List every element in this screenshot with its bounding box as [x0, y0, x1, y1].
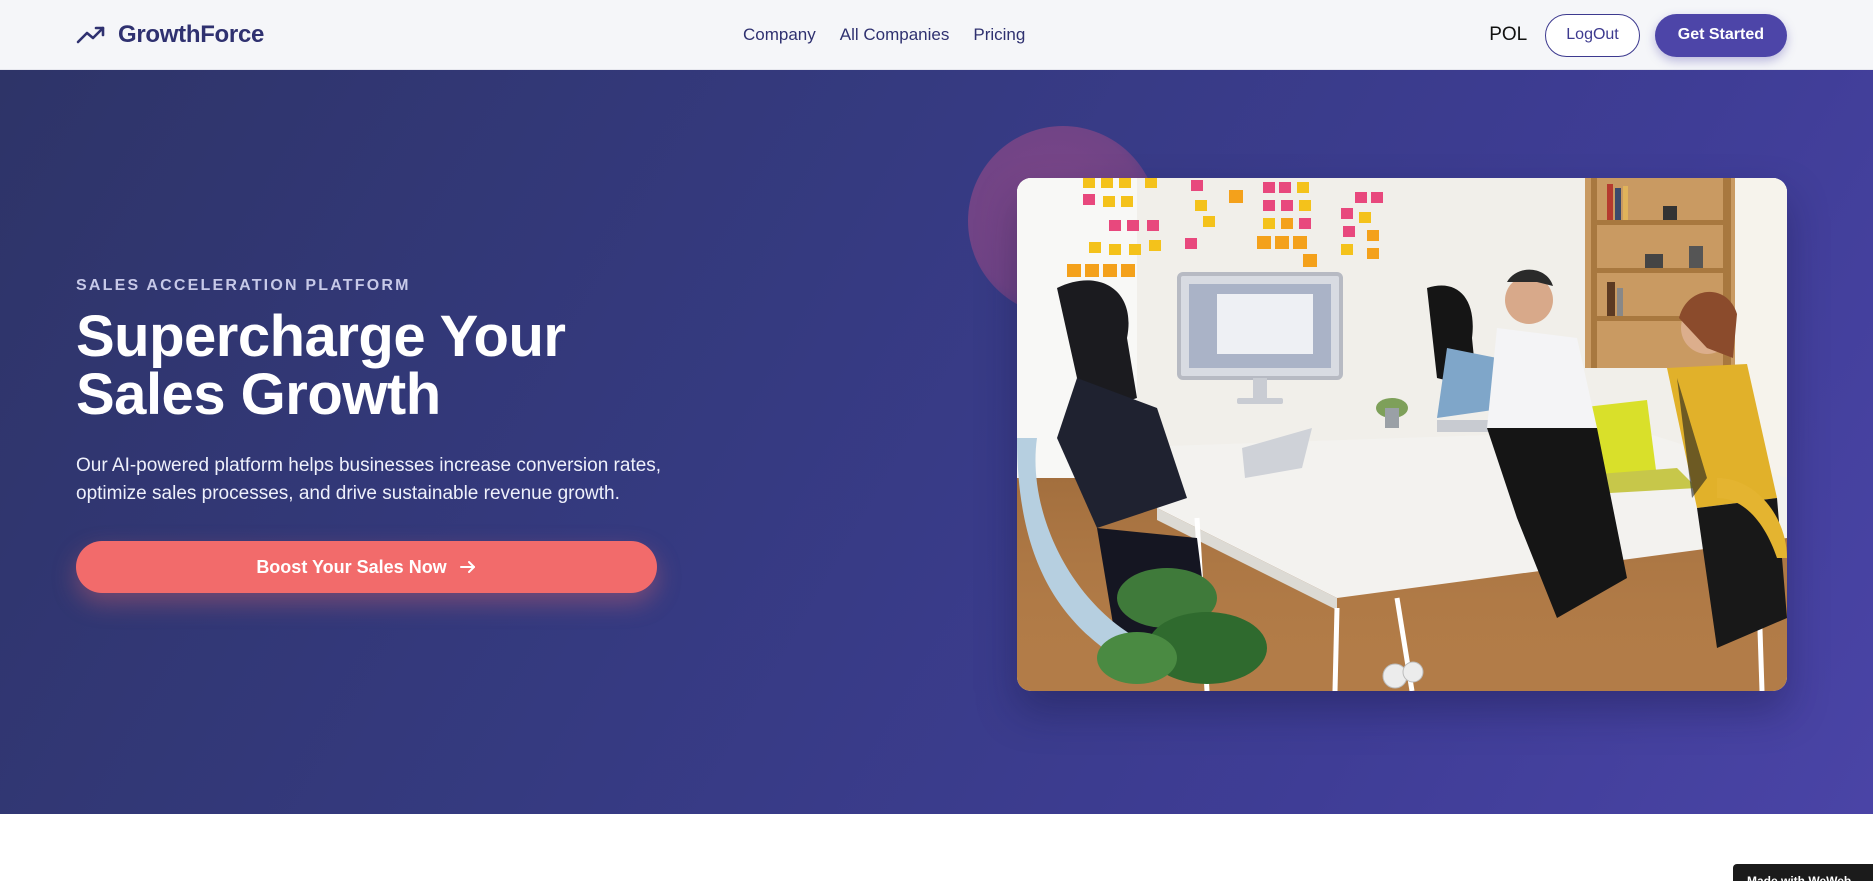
get-started-button[interactable]: Get Started	[1654, 13, 1787, 57]
main-nav: Company All Companies Pricing	[743, 0, 1025, 70]
header-actions: POL LogOut Get Started	[1489, 0, 1787, 70]
hero-subtext: Our AI-powered platform helps businesses…	[76, 455, 662, 504]
arrow-right-icon	[459, 561, 475, 573]
hero-eyebrow: SALES ACCELERATION PLATFORM	[76, 277, 411, 294]
headline-line-1: Supercharge Your	[76, 304, 566, 369]
nav-pricing[interactable]: Pricing	[973, 25, 1025, 45]
language-switcher[interactable]: POL	[1489, 24, 1527, 46]
brand-logo[interactable]: GrowthForce	[76, 0, 264, 70]
nav-all-companies[interactable]: All Companies	[840, 25, 950, 45]
logout-button[interactable]: LogOut	[1545, 13, 1640, 57]
cta-label: Boost Your Sales Now	[256, 556, 447, 577]
site-header: GrowthForce Company All Companies Pricin…	[0, 0, 1873, 70]
team-meeting-photo	[1017, 178, 1787, 691]
boost-sales-button[interactable]: Boost Your Sales Now	[76, 541, 657, 593]
team-meeting-illustration	[1017, 178, 1787, 691]
trending-up-icon	[76, 26, 105, 44]
nav-company[interactable]: Company	[743, 25, 816, 45]
hero-section: SALES ACCELERATION PLATFORM Supercharge …	[0, 70, 1873, 814]
brand-name: GrowthForce	[118, 21, 265, 48]
made-with-weweb-badge[interactable]: Made with WeWeb	[1733, 864, 1873, 881]
headline-line-2: Sales Growth	[76, 362, 441, 427]
hero-headline: Supercharge Your Sales Growth	[76, 308, 716, 424]
